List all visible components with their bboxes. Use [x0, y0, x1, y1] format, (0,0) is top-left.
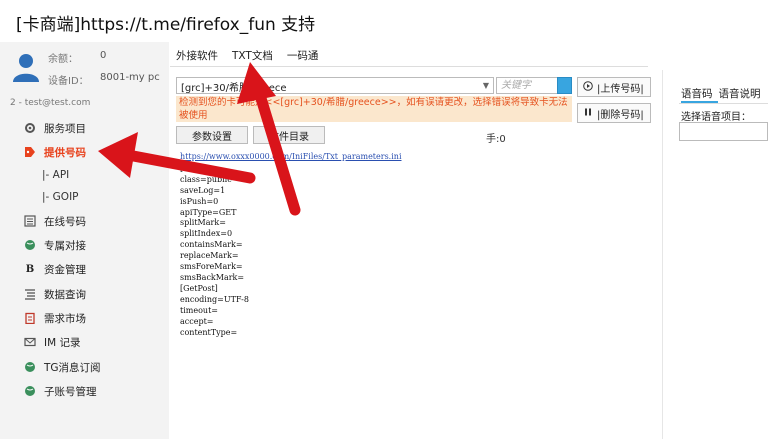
bold-b-icon: B [25, 263, 35, 275]
sidebar-item-services[interactable]: 服务项目 [24, 118, 164, 138]
ini-line: smsBackMark= [180, 272, 245, 282]
voice-tabs: 语音码 语音说明 [681, 86, 767, 101]
detection-warning: 检测到您的卡可能是<<[grc]+30/希腊/greece>>，如有误请更改，选… [176, 96, 572, 122]
chevron-down-icon[interactable]: ▼ [480, 79, 492, 92]
sidebar-item-provide-numbers[interactable]: 提供号码 [24, 142, 164, 162]
ini-line: class=public [180, 174, 232, 184]
sidebar-item-label: 需求市场 [44, 312, 86, 325]
search-input[interactable] [496, 77, 558, 94]
upload-numbers-button[interactable]: |上传号码| [577, 77, 651, 97]
sidebar-item-label: 专属对接 [44, 239, 86, 252]
ini-line: [GetPost] [180, 283, 218, 293]
gear-icon [24, 122, 36, 134]
tabs-divider [170, 66, 648, 67]
upload-numbers-label: |上传号码| [597, 83, 644, 95]
ini-line: splitIndex=0 [180, 229, 233, 239]
voice-project-select[interactable] [679, 122, 768, 141]
ini-line: smsForeMark= [180, 262, 243, 272]
sidebar-item-label: 服务项目 [44, 122, 86, 135]
account-email: 2 - test@test.com [10, 98, 91, 108]
sidebar-item-dedicated[interactable]: 专属对接 [24, 235, 164, 255]
window-title: [卡商端]https://t.me/firefox_fun 支持 [16, 15, 316, 35]
sidebar-item-label: 数据查询 [44, 288, 86, 301]
sidebar-item-label: 在线号码 [44, 215, 86, 228]
delete-numbers-label: |删除号码| [597, 109, 644, 121]
tab-voice-info[interactable]: 语音说明 [719, 86, 761, 101]
sidebar-item-data-query[interactable]: 数据查询 [24, 284, 164, 304]
sidebar-item-funds[interactable]: B 资金管理 [24, 259, 164, 279]
ini-line: encoding=UTF-8 [180, 294, 249, 304]
sidebar-item-market[interactable]: 需求市场 [24, 308, 164, 328]
sidebar-item-label: 子账号管理 [44, 385, 97, 398]
balance-value: 0 [100, 50, 107, 61]
title-bar: [卡商端]https://t.me/firefox_fun 支持 [0, 0, 768, 42]
balance-row: 余额： 0 [48, 50, 106, 65]
tab-txt-document[interactable]: TXT文档 [232, 48, 273, 67]
device-value: 8001-my pc [100, 72, 160, 83]
play-icon [583, 80, 593, 94]
globe-icon [24, 385, 36, 397]
main-tabs: 外接软件 TXT文档 一码通 [176, 48, 332, 67]
sidebar: 余额： 0 设备ID： 8001-my pc 2 - test@test.com… [0, 42, 169, 439]
ini-line: saveLog=1 [180, 185, 226, 195]
count-label: 手:0 [486, 134, 506, 145]
ini-line: [Base] [180, 163, 206, 173]
list-icon [24, 215, 36, 227]
ini-line: timeout= [180, 305, 218, 315]
tag-icon [24, 146, 36, 158]
voice-project-label: 选择语音项目： [681, 112, 751, 123]
device-row: 设备ID： 8001-my pc [48, 72, 160, 87]
tab-voice-code[interactable]: 语音码 [681, 86, 713, 101]
panel-divider [662, 70, 663, 439]
sidebar-item-label: IM 记录 [44, 336, 81, 349]
mail-icon [24, 336, 36, 348]
user-avatar-icon [13, 54, 39, 82]
sidebar-item-subaccounts[interactable]: 子账号管理 [24, 381, 164, 401]
ini-line: contentType= [180, 327, 238, 337]
ini-line: isPush=0 [180, 196, 219, 206]
lines-icon [24, 288, 36, 300]
sidebar-item-im-records[interactable]: IM 记录 [24, 332, 164, 352]
sidebar-item-label: 资金管理 [44, 263, 86, 276]
sidebar-item-online-numbers[interactable]: 在线号码 [24, 211, 164, 231]
device-label: 设备ID： [48, 76, 89, 87]
project-select[interactable]: [grc]+30/希腊/greece [176, 77, 494, 94]
delete-numbers-button[interactable]: |删除号码| [577, 103, 651, 123]
sidebar-item-label: 提供号码 [44, 146, 86, 159]
param-settings-button[interactable]: 参数设置 [176, 126, 248, 144]
pause-icon [583, 107, 593, 120]
tab-external-software[interactable]: 外接软件 [176, 48, 218, 67]
ini-link[interactable]: https://www.oxxx0000.com/IniFiles/Txt_pa… [180, 152, 402, 163]
sidebar-subitem-api[interactable]: |- API [42, 166, 69, 184]
ini-line: splitMark= [180, 218, 226, 228]
ini-content: https://www.oxxx0000.com/IniFiles/Txt_pa… [180, 152, 402, 338]
ini-line: containsMark= [180, 240, 243, 250]
ini-line: accept= [180, 316, 214, 326]
clipboard-icon [24, 312, 36, 324]
ini-line: apiType=GET [180, 207, 237, 217]
file-directory-button[interactable]: 文件目录 [253, 126, 325, 144]
balance-label: 余额： [48, 54, 78, 65]
tab-one-code[interactable]: 一码通 [287, 48, 319, 67]
voice-tabs-divider [679, 103, 768, 104]
search-button[interactable] [557, 77, 572, 94]
globe-icon [24, 361, 36, 373]
sidebar-item-tg-subscribe[interactable]: TG消息订阅 [24, 357, 164, 377]
sidebar-item-label: TG消息订阅 [44, 361, 101, 374]
ini-line: replaceMark= [180, 251, 239, 261]
sidebar-subitem-goip[interactable]: |- GOIP [42, 188, 79, 206]
globe-icon [24, 239, 36, 251]
